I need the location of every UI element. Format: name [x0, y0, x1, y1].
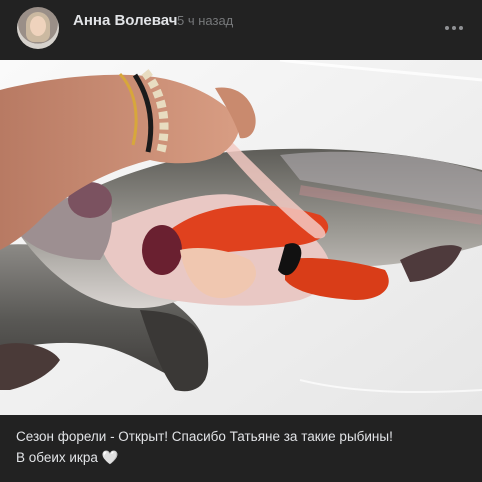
- caption-line-2-text: В обеих икра: [16, 450, 98, 465]
- white-heart-icon: 🤍: [101, 450, 119, 465]
- post-header: Анна Волевач 5 ч назад: [0, 0, 482, 60]
- author-name[interactable]: Анна Волевач: [73, 12, 177, 29]
- caption-line-1: Сезон форели - Открыт! Спасибо Татьяне з…: [16, 429, 393, 444]
- avatar-face: [30, 16, 46, 36]
- trout-photo: [0, 60, 482, 415]
- post-caption: Сезон форели - Открыт! Спасибо Татьяне з…: [16, 426, 466, 468]
- more-options-icon[interactable]: [440, 14, 468, 42]
- post-time[interactable]: 5 ч назад: [177, 13, 233, 28]
- post-photo[interactable]: [0, 60, 482, 415]
- avatar[interactable]: [17, 7, 59, 49]
- caption-line-2: В обеих икра 🤍: [16, 447, 466, 468]
